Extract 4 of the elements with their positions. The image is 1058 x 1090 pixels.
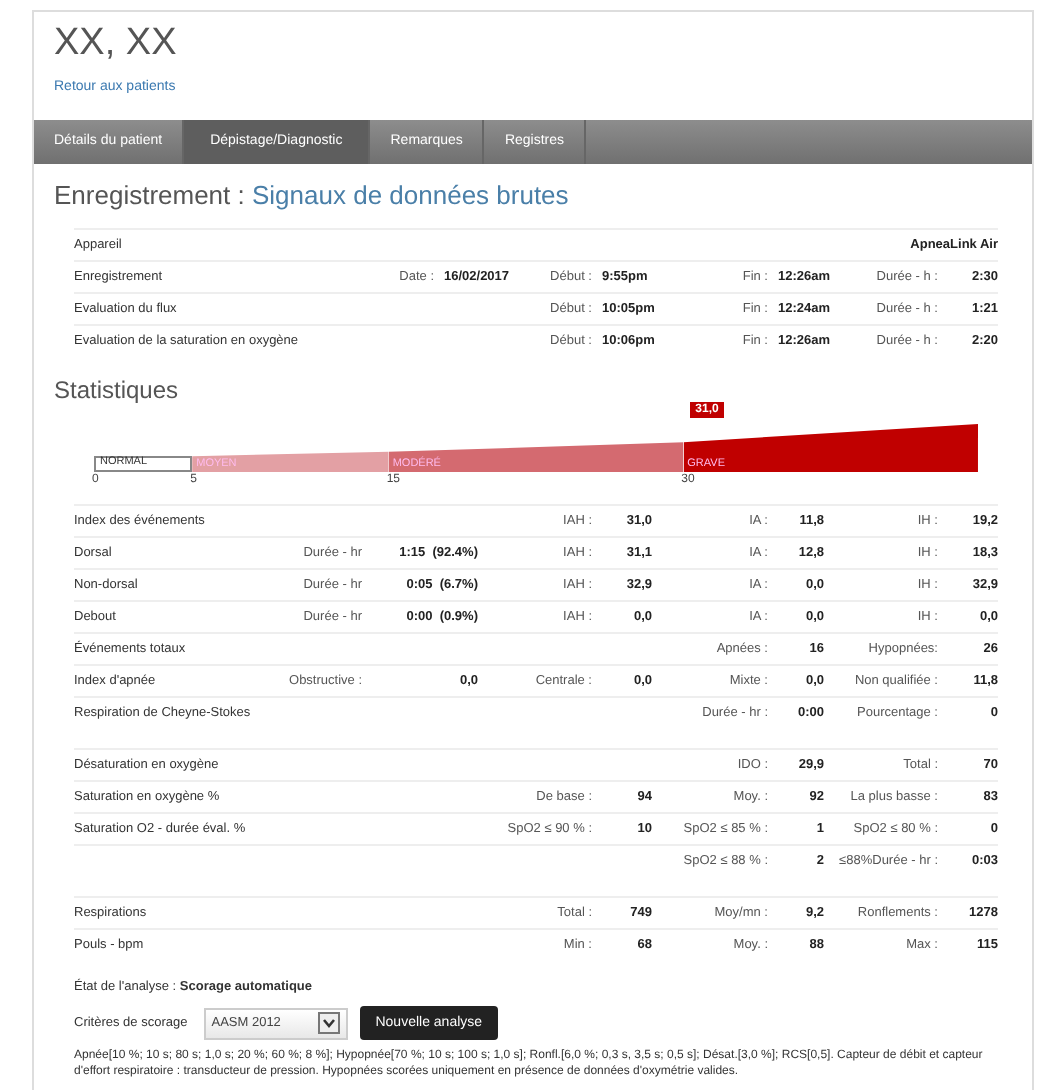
section-title: Statistiques [54, 376, 179, 404]
section-title: Enregistrement : Signaux de données brutes [54, 180, 571, 210]
patient-name: XX, XX [54, 24, 179, 64]
caret-icon [317, 1012, 340, 1034]
